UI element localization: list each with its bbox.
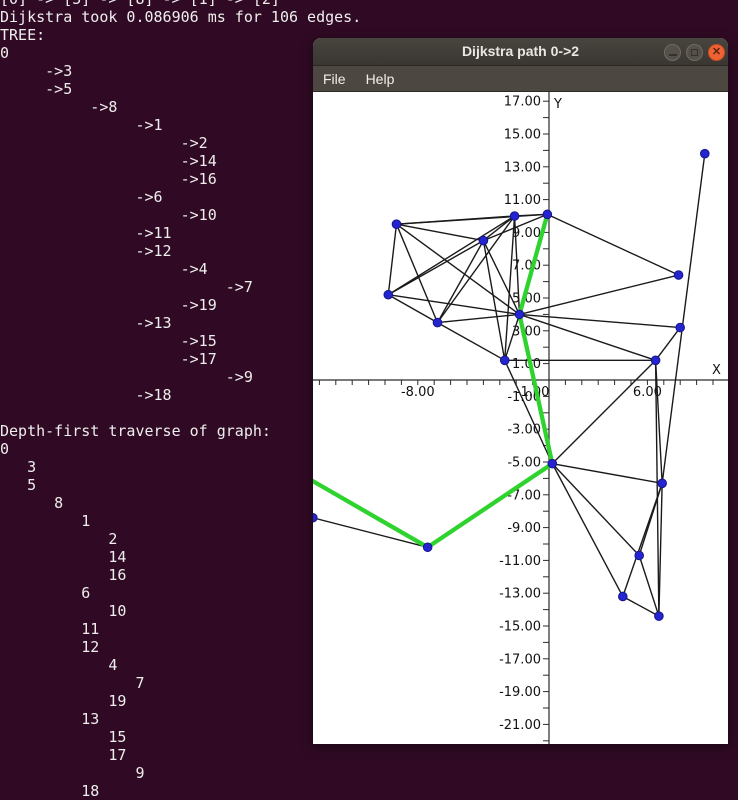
graph-node	[701, 149, 710, 158]
graph-edge	[388, 216, 514, 295]
graph-edge	[313, 518, 428, 548]
graph-node	[500, 356, 509, 365]
graph-node	[548, 459, 557, 468]
menu-item-file[interactable]: File	[313, 68, 356, 90]
graph-edge	[483, 241, 519, 315]
maximize-button[interactable]	[686, 44, 703, 61]
graph-edge	[659, 483, 662, 616]
y-tick-label: -9.00	[507, 521, 541, 536]
graph-node	[635, 551, 644, 560]
y-axis-name: Y	[553, 97, 562, 112]
graph-node	[543, 210, 552, 219]
y-tick-label: 11.00	[504, 193, 541, 208]
graph-edge	[662, 154, 705, 484]
graph-edge	[519, 314, 680, 327]
x-tick-label: -8.00	[401, 385, 435, 400]
graph-edge	[547, 214, 678, 275]
graph-edge	[437, 323, 504, 361]
y-tick-label: -21.00	[499, 718, 541, 733]
menu-item-help[interactable]: Help	[356, 68, 405, 90]
graph-node	[313, 513, 317, 522]
x-tick-label: -1.00	[516, 385, 550, 400]
window-controls: ✕	[664, 44, 725, 61]
x-axis-name: X	[712, 363, 721, 378]
maximize-icon	[691, 49, 698, 56]
y-tick-label: -11.00	[499, 554, 541, 569]
graph-node	[651, 356, 660, 365]
graph-node	[658, 479, 667, 488]
menubar: File Help	[313, 66, 728, 92]
graph-node	[515, 310, 524, 319]
graph-edge	[388, 241, 483, 295]
terminal-output: [0] -> [5] -> [8] -> [1] -> [2] Dijkstra…	[0, 0, 361, 800]
graph-edge	[656, 328, 681, 361]
y-tick-label: -19.00	[499, 685, 541, 700]
close-icon: ✕	[712, 47, 721, 58]
graph-node	[384, 290, 393, 299]
graph-edge	[505, 360, 553, 463]
graph-edge	[396, 224, 483, 240]
graph-edge	[623, 483, 662, 596]
graph-node	[674, 271, 683, 280]
graph-node	[479, 236, 488, 245]
plot-area: 17.0015.0013.0011.009.007.005.003.001.00…	[313, 92, 728, 744]
y-tick-label: 17.00	[504, 95, 541, 110]
minimize-button[interactable]	[664, 44, 681, 61]
y-tick-label: -13.00	[499, 587, 541, 602]
graph-node	[676, 323, 685, 332]
graph-edge	[552, 464, 623, 597]
graph-node	[423, 543, 432, 552]
graph-node	[392, 220, 401, 229]
minimize-icon	[669, 54, 677, 56]
y-tick-label: 15.00	[504, 128, 541, 143]
y-tick-label: -5.00	[507, 456, 541, 471]
graph-edge	[519, 275, 678, 314]
titlebar[interactable]: Dijkstra path 0->2 ✕	[313, 38, 728, 66]
y-tick-label: -15.00	[499, 620, 541, 635]
app-window: Dijkstra path 0->2 ✕ File Help 17.00 15.0…	[313, 38, 728, 744]
graph-edge	[552, 360, 655, 463]
graph-node	[510, 212, 519, 221]
close-button[interactable]: ✕	[708, 44, 725, 61]
graph-node	[655, 612, 664, 621]
y-tick-label: -17.00	[499, 652, 541, 667]
y-tick-label: 13.00	[504, 160, 541, 175]
y-tick-label: 1.00	[512, 357, 541, 372]
graph-node	[619, 592, 628, 601]
graph-edge	[388, 224, 396, 295]
graph-node	[433, 318, 442, 327]
graph-canvas: 17.0015.0013.0011.009.007.005.003.001.00…	[313, 92, 728, 744]
graph-edge	[388, 295, 519, 315]
y-tick-label: -3.00	[507, 423, 541, 438]
